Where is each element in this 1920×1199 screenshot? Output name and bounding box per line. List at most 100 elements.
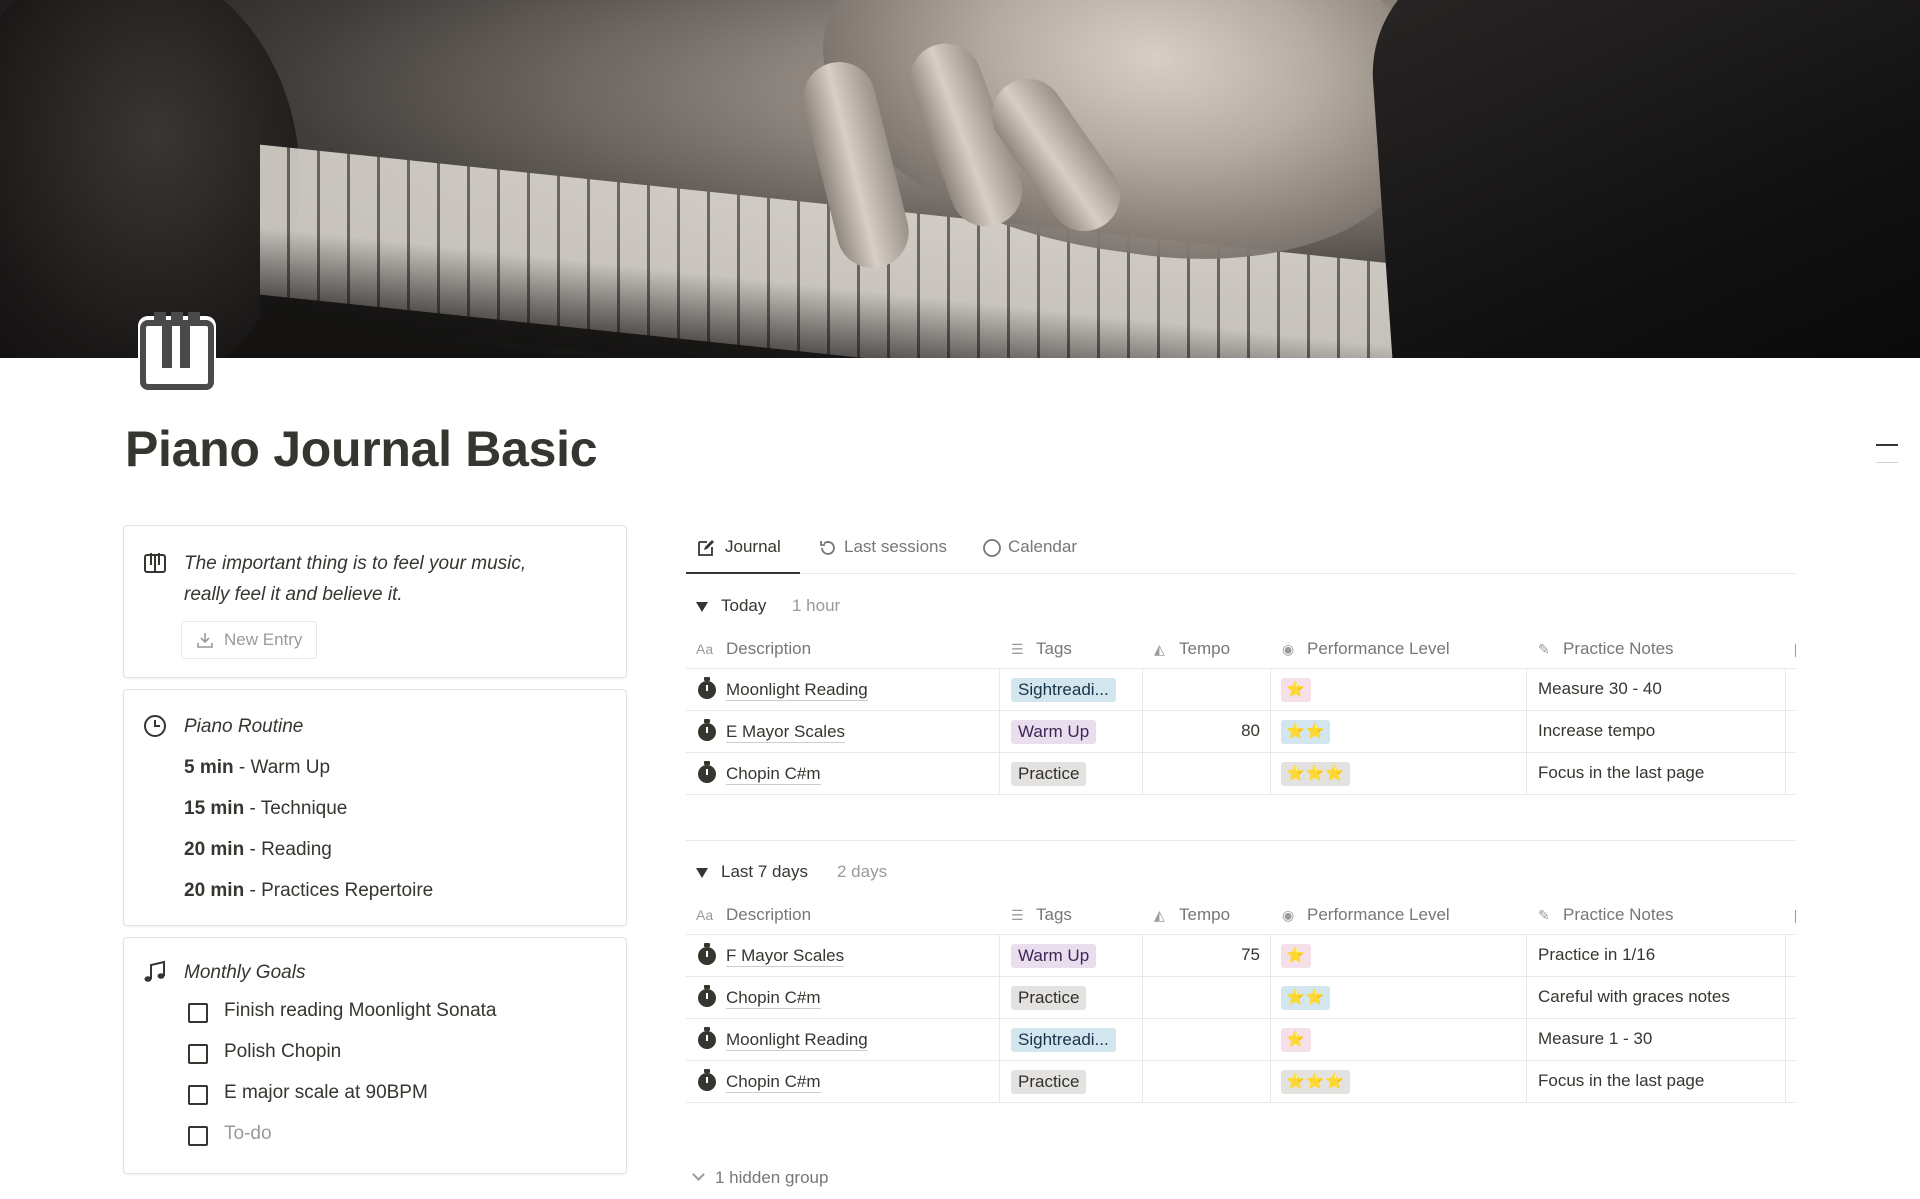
table-row[interactable]: F Mayor Scales Warm Up 75 ⭐ Practice in … [686,935,1796,977]
status-icon: ◉ [1282,641,1295,657]
routine-item: 20 min - Practices Repertoire [184,880,434,901]
journal-table-last-7-days: Aa Description ☰ Tags ◭ Tempo ◉ Performance … [686,895,1796,1103]
group-divider [686,840,1796,841]
practice-note: Careful with graces notes [1538,987,1730,1006]
goal-label: E major scale at 90BPM [224,1082,428,1103]
history-icon [820,541,835,555]
table-of-contents-indicator-faint[interactable] [1876,462,1898,463]
monthly-goals-card: Monthly Goals Finish reading Moonlight S… [123,937,627,1174]
table-row[interactable]: Moonlight Reading Sightreadi... ⭐ Measur… [686,1019,1796,1061]
checkbox[interactable] [188,1003,208,1023]
edit-icon: ✎ [1538,641,1550,657]
table-row[interactable]: Moonlight Reading Sightreadi... ⭐ Measur… [686,669,1796,711]
goal-label: Finish reading Moonlight Sonata [224,1000,497,1021]
practice-note: Measure 30 - 40 [1538,679,1662,698]
tag-chip: Warm Up [1011,720,1097,744]
tab-journal[interactable]: Journal [686,532,800,574]
tempo-value: 80 [1241,721,1260,740]
edit-icon [698,540,714,556]
table-header: Aa Description ☰ Tags ◭ Tempo ◉ Performance … [686,629,1796,669]
star-rating: ⭐⭐⭐ [1281,762,1351,786]
practice-note: Measure 1 - 30 [1538,1029,1653,1048]
piano-keys-icon [142,550,168,576]
table-of-contents-indicator[interactable] [1876,444,1898,446]
list-icon: ☰ [1011,907,1024,923]
entry-title-link[interactable]: Chopin C#m [726,763,821,785]
tab-calendar[interactable]: Calendar [972,532,1092,574]
cover-arm-shape [0,0,300,358]
overflow-column-icon: [ [1794,640,1796,658]
entry-title-link[interactable]: Chopin C#m [726,987,821,1009]
edit-icon: ✎ [1538,907,1550,923]
quote-card: The important thing is to feel your musi… [123,525,627,678]
quote-line: really feel it and believe it. [184,584,403,605]
tag-chip: Practice [1011,1070,1087,1094]
stopwatch-icon [698,761,716,783]
text-type-icon: Aa [696,907,714,923]
group-count: 1 hour [792,596,841,615]
practice-note: Focus in the last page [1538,1071,1705,1090]
clock-icon [142,713,168,739]
tab-last-sessions[interactable]: Last sessions [808,532,958,574]
stopwatch-icon [698,677,716,699]
goal-label: Polish Chopin [224,1041,342,1062]
hidden-groups-label: 1 hidden group [715,1168,829,1187]
hidden-groups-toggle[interactable]: 1 hidden group [692,1168,829,1188]
page-title: Piano Journal Basic [125,421,598,477]
overflow-column-icon: [ [1794,906,1796,924]
entry-title-link[interactable]: Moonlight Reading [726,1029,868,1051]
quote-line: The important thing is to feel your musi… [184,553,527,574]
status-icon: ◉ [1282,907,1295,923]
star-rating: ⭐ [1281,944,1311,968]
group-header-last-7-days[interactable]: Last 7 days 2 days [690,862,930,886]
new-entry-button[interactable]: New Entry [181,621,318,659]
stopwatch-icon [698,1027,716,1049]
table-row[interactable]: Chopin C#m Practice ⭐⭐ Careful with grac… [686,977,1796,1019]
cover-sleeve-shape [1364,0,1920,358]
entry-title-link[interactable]: Chopin C#m [726,1071,821,1093]
star-rating: ⭐⭐ [1281,720,1331,744]
star-rating: ⭐ [1281,1028,1311,1052]
routine-heading: Piano Routine [184,716,304,737]
routine-item: 15 min - Technique [184,798,348,819]
metronome-icon: ◭ [1154,907,1165,923]
tag-chip: Sightreadi... [1011,1028,1116,1052]
entry-title-link[interactable]: F Mayor Scales [726,945,845,967]
table-row[interactable]: Chopin C#m Practice ⭐⭐⭐ Focus in the las… [686,753,1796,795]
page-cover-image [0,0,1920,358]
practice-note: Focus in the last page [1538,763,1705,782]
new-entry-label: New Entry [224,630,303,649]
piano-routine-card: Piano Routine 5 min - Warm Up 15 min - T… [123,689,627,926]
table-row[interactable]: Chopin C#m Practice ⭐⭐⭐ Focus in the las… [686,1061,1796,1103]
checkbox[interactable] [188,1085,208,1105]
checkbox[interactable] [188,1044,208,1064]
routine-item: 5 min - Warm Up [184,757,331,778]
star-rating: ⭐⭐ [1281,986,1331,1010]
entry-title-link[interactable]: Moonlight Reading [726,679,868,701]
music-note-icon [142,959,168,985]
collapse-triangle-icon[interactable] [696,868,708,878]
entry-title-link[interactable]: E Mayor Scales [726,721,846,743]
group-count: 2 days [837,862,888,881]
stopwatch-icon [698,719,716,741]
journal-table-today: Aa Description ☰ Tags ◭ Tempo ◉ Performance … [686,629,1796,795]
piano-keys-icon[interactable] [138,312,216,392]
tempo-value: 75 [1241,945,1260,964]
metronome-icon: ◭ [1154,641,1165,657]
checkbox[interactable] [188,1126,208,1146]
quote-text: The important thing is to feel your musi… [184,548,604,610]
text-type-icon: Aa [696,641,714,657]
chevron-down-icon [692,1168,705,1181]
circle-icon [983,539,1001,557]
database-view-tabs: Journal Last sessions Calendar [686,532,1796,574]
table-row[interactable]: E Mayor Scales Warm Up 80 ⭐⭐ Increase te… [686,711,1796,753]
todo-placeholder[interactable]: To-do [224,1123,272,1145]
table-header: Aa Description ☰ Tags ◭ Tempo ◉ Performance … [686,895,1796,935]
stopwatch-icon [698,985,716,1007]
goals-heading: Monthly Goals [184,962,306,983]
collapse-triangle-icon[interactable] [696,602,708,612]
group-name: Last 7 days [721,862,808,881]
star-rating: ⭐⭐⭐ [1281,1070,1351,1094]
tag-chip: Practice [1011,986,1087,1010]
group-header-today[interactable]: Today 1 hour [690,596,890,620]
